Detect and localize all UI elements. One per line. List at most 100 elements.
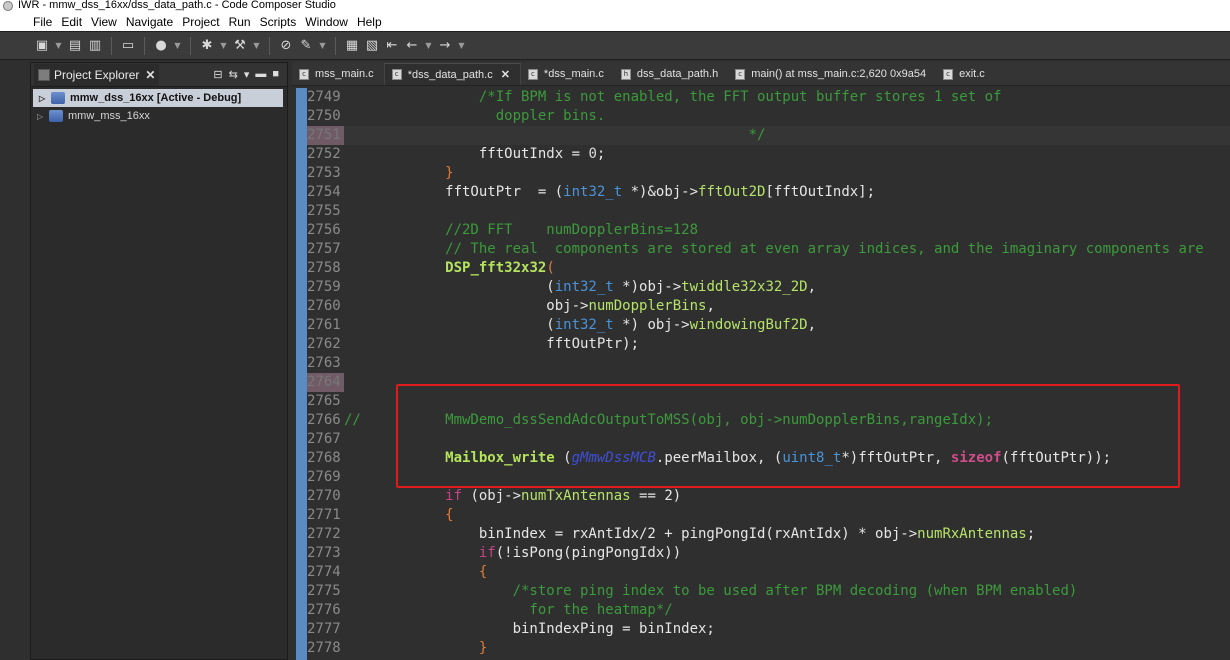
code-text: /*If BPM is not enabled, the FFT output … [344, 88, 1002, 107]
tab-label: main() at mss_main.c:2,620 0x9a54 [751, 68, 927, 80]
tab-dss-data-path-h[interactable]: h dss_data_path.h [614, 63, 728, 85]
code-line[interactable]: 2774 { [307, 563, 1230, 582]
tab-exit-c[interactable]: c exit.c [936, 63, 995, 85]
close-icon[interactable]: ✕ [501, 68, 510, 81]
forward-dropdown-icon[interactable]: ▼ [457, 38, 466, 54]
line-number: 2778 [307, 640, 341, 656]
skip-breakpoints-icon[interactable]: ⊘ [278, 38, 294, 54]
code-line[interactable]: 2756 //2D FFT numDopplerBins=128 [307, 221, 1230, 240]
new-icon[interactable]: ▣ [34, 38, 50, 54]
brush-dropdown-icon[interactable]: ▼ [318, 38, 327, 54]
maximize-icon[interactable]: ■ [272, 68, 279, 81]
tab-mss-main-c[interactable]: c mss_main.c [292, 63, 384, 85]
minimize-icon[interactable]: ▬ [255, 68, 266, 81]
view-menu-icon[interactable]: ▾ [244, 68, 250, 81]
build-hammer-icon[interactable]: ⚒ [232, 38, 248, 54]
code-line[interactable]: 2755 [307, 202, 1230, 221]
menu-window[interactable]: Window [305, 15, 348, 29]
build-config-icon[interactable]: ● [153, 38, 169, 54]
menu-run[interactable]: Run [229, 15, 251, 29]
back-arrow-icon[interactable]: ← [404, 38, 420, 54]
code-line[interactable]: 2763 [307, 354, 1230, 373]
collapse-all-icon[interactable]: ⊟ [213, 68, 222, 81]
debug-icon[interactable]: ✱ [199, 38, 215, 54]
code-text: obj->numDopplerBins, [344, 297, 715, 316]
save-icon[interactable]: ▤ [67, 38, 83, 54]
brush-icon[interactable]: ✎ [298, 38, 314, 54]
code-line[interactable]: 2753 } [307, 164, 1230, 183]
debug-dropdown-icon[interactable]: ▼ [219, 38, 228, 54]
tab-dss-data-path-c[interactable]: c *dss_data_path.c ✕ [383, 63, 521, 85]
code-token: doppler bins. [344, 108, 606, 124]
tab-label: mss_main.c [315, 68, 374, 80]
window-title: IWR - mmw_dss_16xx/dss_data_path.c - Cod… [18, 0, 336, 11]
tree-item-mmw-mss-16xx[interactable]: ▷ mmw_mss_16xx [31, 107, 287, 125]
tab-dss-main-c[interactable]: c *dss_main.c [521, 63, 614, 85]
menu-view[interactable]: View [91, 15, 117, 29]
code-token: DSP_fft32x32 [445, 260, 547, 276]
code-line[interactable]: 2750 doppler bins. [307, 107, 1230, 126]
code-line[interactable]: 2761 (int32_t *) obj->windowingBuf2D, [307, 316, 1230, 335]
expand-arrow-icon[interactable]: ▷ [37, 112, 49, 121]
close-icon[interactable]: ✕ [145, 68, 155, 82]
code-line[interactable]: 2752 fftOutIndx = 0; [307, 145, 1230, 164]
menu-scripts[interactable]: Scripts [260, 15, 297, 29]
open-perspective-icon[interactable]: ▦ [344, 38, 360, 54]
tree-item-mmw-dss-16xx[interactable]: ▷ mmw_dss_16xx [Active - Debug] [33, 89, 283, 107]
code-line[interactable]: 2758 DSP_fft32x32( [307, 259, 1230, 278]
code-line[interactable]: 2751 */ [307, 126, 1230, 145]
code-line[interactable]: 2762 fftOutPtr); [307, 335, 1230, 354]
code-line[interactable]: 2775 /*store ping index to be used after… [307, 582, 1230, 601]
line-number: 2750 [307, 108, 341, 124]
code-line[interactable]: 2778 } [307, 639, 1230, 658]
app-icon [3, 1, 13, 11]
code-text: binIndex = rxAntIdx/2 + pingPongId(rxAnt… [344, 525, 1035, 544]
code-token: { [344, 564, 488, 580]
code-token: fftOutPtr = ( [344, 184, 564, 200]
line-number: 2766 [307, 412, 341, 428]
code-token: , [706, 298, 715, 314]
menu-project[interactable]: Project [182, 15, 219, 29]
console-icon[interactable]: ▧ [364, 38, 380, 54]
menu-help[interactable]: Help [357, 15, 382, 29]
code-line[interactable]: 2771 { [307, 506, 1230, 525]
code-line[interactable]: 2754 fftOutPtr = (int32_t *)&obj->fftOut… [307, 183, 1230, 202]
code-line[interactable]: 2772 binIndex = rxAntIdx/2 + pingPongId(… [307, 525, 1230, 544]
annotation-ruler[interactable] [296, 88, 307, 660]
code-token: int32_t [554, 317, 614, 333]
code-line[interactable]: 2759 (int32_t *)obj->twiddle32x32_2D, [307, 278, 1230, 297]
code-line[interactable]: 2757 // The real components are stored a… [307, 240, 1230, 259]
code-line[interactable]: 2770 if (obj->numTxAntennas == 2) [307, 487, 1230, 506]
terminal-icon[interactable]: ▭ [120, 38, 136, 54]
forward-arrow-icon[interactable]: → [437, 38, 453, 54]
code-token: (obj-> [462, 488, 522, 504]
tab-main-debug[interactable]: c main() at mss_main.c:2,620 0x9a54 [728, 63, 936, 85]
build-config-dropdown-icon[interactable]: ▼ [173, 38, 182, 54]
menu-file[interactable]: File [33, 15, 52, 29]
save-all-icon[interactable]: ▥ [87, 38, 103, 54]
line-number: 2772 [307, 526, 341, 542]
code-text: binIndexPing = binIndex; [344, 620, 715, 639]
expand-arrow-icon[interactable]: ▷ [39, 94, 51, 103]
code-line[interactable]: 2760 obj->numDopplerBins, [307, 297, 1230, 316]
code-line[interactable]: 2749 /*If BPM is not enabled, the FFT ou… [307, 88, 1230, 107]
code-line[interactable]: 2776 for the heatmap*/ [307, 601, 1230, 620]
tab-project-explorer[interactable]: Project Explorer ✕ [34, 63, 160, 86]
h-file-icon: h [620, 68, 631, 80]
toolbar-separator [111, 36, 112, 55]
code-token: ( [546, 260, 555, 276]
menu-edit[interactable]: Edit [61, 15, 82, 29]
build-dropdown-icon[interactable]: ▼ [252, 38, 261, 54]
code-area[interactable]: 2749 /*If BPM is not enabled, the FFT ou… [292, 88, 1230, 660]
code-line[interactable]: 2777 binIndexPing = binIndex; [307, 620, 1230, 639]
prev-annotation-icon[interactable]: ⇤ [384, 38, 400, 54]
menu-navigate[interactable]: Navigate [126, 15, 173, 29]
back-dropdown-icon[interactable]: ▼ [424, 38, 433, 54]
link-editor-icon[interactable]: ⇆ [229, 68, 238, 81]
new-dropdown-icon[interactable]: ▼ [54, 38, 63, 54]
code-token: *)&obj-> [622, 184, 699, 200]
code-token: numRxAntennas [917, 526, 1027, 542]
code-line[interactable]: 2773 if(!isPong(pingPongIdx)) [307, 544, 1230, 563]
